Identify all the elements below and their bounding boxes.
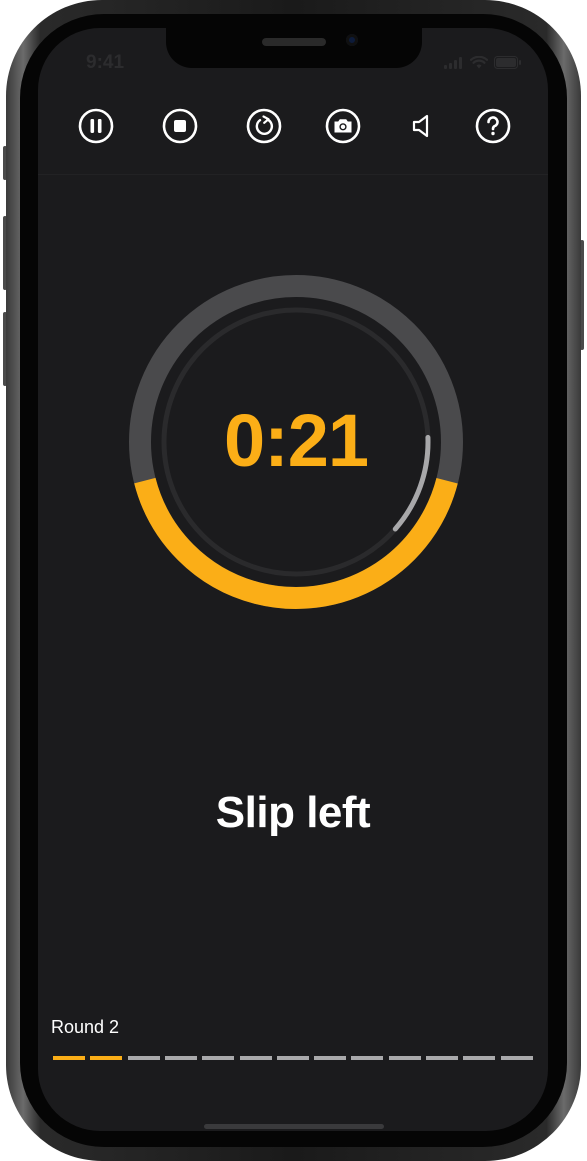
exercise-name: Slip left bbox=[215, 788, 371, 837]
front-camera bbox=[346, 34, 358, 46]
home-indicator bbox=[204, 1124, 384, 1129]
restart-button[interactable] bbox=[244, 106, 284, 146]
device-mockup: 9:41 0:21 Slip left Round 2 bbox=[0, 0, 587, 1161]
battery-icon bbox=[494, 56, 521, 69]
help-icon bbox=[475, 108, 511, 144]
round-segment bbox=[426, 1056, 459, 1060]
wifi-icon bbox=[470, 56, 488, 69]
camera-button[interactable] bbox=[323, 106, 363, 146]
round-progress bbox=[53, 1056, 538, 1062]
speaker-grille bbox=[262, 38, 326, 46]
pause-button[interactable] bbox=[76, 106, 116, 146]
round-segment bbox=[500, 1056, 533, 1060]
round-segment bbox=[164, 1056, 197, 1060]
help-button[interactable] bbox=[473, 106, 513, 146]
round-label: Round 2 bbox=[51, 1017, 120, 1037]
round-segment bbox=[53, 1056, 85, 1060]
speaker-icon bbox=[412, 114, 429, 138]
round-segment bbox=[239, 1056, 272, 1060]
camera-icon bbox=[325, 108, 361, 144]
toolbar bbox=[38, 106, 548, 150]
sound-button[interactable] bbox=[403, 106, 443, 146]
round-segment bbox=[276, 1056, 309, 1060]
status-icons bbox=[444, 56, 522, 69]
status-time: 9:41 bbox=[86, 52, 125, 73]
round-segment bbox=[314, 1056, 347, 1060]
timer-display: 0:21 bbox=[223, 398, 369, 482]
notch bbox=[166, 28, 422, 68]
round-segment bbox=[463, 1056, 496, 1060]
round-segment bbox=[202, 1056, 235, 1060]
toolbar-divider bbox=[38, 174, 548, 175]
round-segment bbox=[90, 1056, 123, 1060]
stop-icon bbox=[162, 108, 198, 144]
stop-button[interactable] bbox=[160, 106, 200, 146]
app-screen: 9:41 0:21 Slip left Round 2 bbox=[38, 28, 548, 1131]
round-segment bbox=[388, 1056, 421, 1060]
pause-icon bbox=[78, 108, 114, 144]
signal-icon bbox=[444, 56, 462, 69]
round-segment bbox=[127, 1056, 160, 1060]
restart-icon bbox=[246, 108, 282, 144]
round-segment bbox=[351, 1056, 384, 1060]
